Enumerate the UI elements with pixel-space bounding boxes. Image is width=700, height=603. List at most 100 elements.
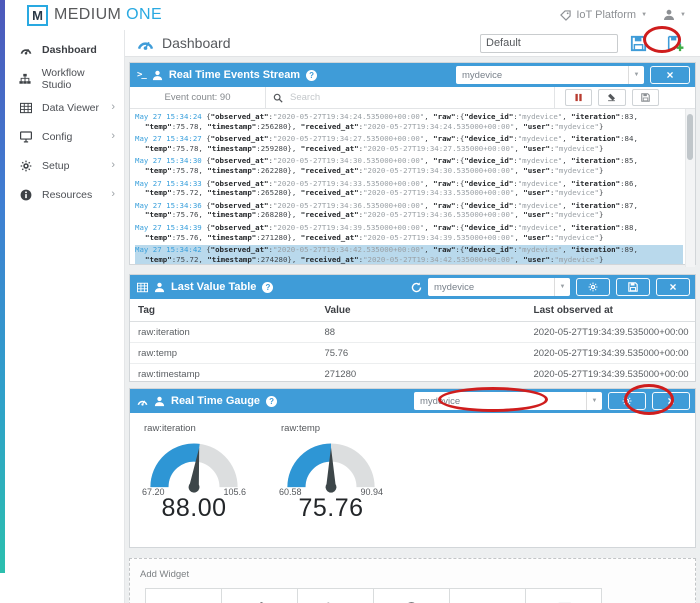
close-widget-button[interactable]: × bbox=[650, 66, 690, 84]
chevron-right-icon: › bbox=[111, 159, 115, 171]
table-cell: 271280 bbox=[324, 368, 357, 380]
device-select[interactable]: mydevice ▼ bbox=[456, 66, 644, 84]
add-widget-option-bar-chart[interactable] bbox=[297, 588, 374, 603]
table-cell: raw:iteration bbox=[138, 326, 190, 338]
add-widget-option-line-chart[interactable] bbox=[145, 588, 222, 603]
platform-menu-label: IoT Platform bbox=[576, 9, 637, 21]
column-header: Last observed at bbox=[533, 304, 613, 316]
gauge-icon bbox=[18, 44, 33, 56]
log-entry[interactable]: May 27 15:34:24 {"observed_at":"2020-05-… bbox=[135, 112, 683, 131]
brand-one: ONE bbox=[126, 6, 163, 23]
sidebar: Dashboard Workflow Studio Data Viewer › Conf… bbox=[0, 30, 125, 603]
export-button[interactable] bbox=[631, 89, 659, 106]
table-row: raw:timestamp 271280 2020-05-27T19:34:39.5… bbox=[130, 364, 695, 384]
add-widget-option-list[interactable] bbox=[525, 588, 602, 603]
table-cell: 75.76 bbox=[324, 347, 349, 359]
logo-mark: M bbox=[27, 4, 48, 26]
save-icon bbox=[628, 282, 638, 292]
gear-icon bbox=[18, 160, 33, 172]
sidebar-item-data-viewer[interactable]: Data Viewer › bbox=[0, 93, 124, 122]
table-row: raw:iteration 88 2020-05-27T19:34:39.53500… bbox=[130, 322, 695, 343]
sidebar-item-workflow-studio[interactable]: Workflow Studio bbox=[0, 64, 124, 93]
search-input[interactable] bbox=[288, 91, 547, 104]
last-value-table-widget: Last Value Table ? mydevice ▼ × Tag Valu… bbox=[129, 274, 696, 382]
help-icon[interactable]: ? bbox=[306, 69, 318, 81]
log-entry[interactable]: May 27 15:34:39 {"observed_at":"2020-05-… bbox=[135, 223, 683, 242]
log-entry[interactable]: May 27 15:34:42 {"observed_at":"2020-05-… bbox=[135, 245, 683, 265]
help-icon[interactable]: ? bbox=[262, 281, 274, 293]
add-widget-panel: Add Widget bbox=[129, 558, 696, 603]
gauge-widget: Real Time Gauge ? mydevice ▼ × raw:itera… bbox=[129, 388, 696, 548]
widget-title: Real Time Gauge bbox=[171, 395, 261, 407]
device-select[interactable]: mydevice ▼ bbox=[428, 278, 570, 296]
chevron-down-icon: ▼ bbox=[628, 66, 644, 84]
chevron-down-icon: ▼ bbox=[680, 12, 686, 18]
sidebar-item-resources[interactable]: Resources › bbox=[0, 180, 124, 209]
user-menu[interactable]: ▼ bbox=[663, 9, 686, 21]
log-entry[interactable]: May 27 15:34:30 {"observed_at":"2020-05-… bbox=[135, 156, 683, 175]
log-scrollbar[interactable] bbox=[685, 109, 695, 267]
clear-button[interactable] bbox=[598, 89, 626, 106]
search-icon bbox=[273, 93, 283, 103]
sidebar-menu: Dashboard Workflow Studio Data Viewer › Conf… bbox=[0, 30, 124, 209]
page-title: Dashboard bbox=[162, 35, 231, 51]
close-widget-button[interactable]: × bbox=[652, 392, 690, 410]
add-widget-option-globe[interactable] bbox=[373, 588, 450, 603]
sidebar-item-dashboard[interactable]: Dashboard bbox=[0, 35, 124, 64]
sitemap-icon bbox=[18, 73, 33, 85]
save-dashboard-icon[interactable] bbox=[630, 35, 647, 52]
sidebar-item-label: Resources bbox=[42, 188, 93, 201]
close-widget-button[interactable]: × bbox=[656, 278, 690, 296]
page-header: Dashboard bbox=[125, 30, 700, 57]
brand-medium: MEDIUM bbox=[54, 6, 122, 23]
add-widget-label: Add Widget bbox=[140, 569, 190, 580]
help-icon[interactable]: ? bbox=[266, 395, 278, 407]
last-value-table: Tag Value Last observed at raw:iteration 88 2… bbox=[130, 299, 695, 384]
widget-title: Last Value Table bbox=[171, 281, 257, 293]
log-entry[interactable]: May 27 15:34:36 {"observed_at":"2020-05-… bbox=[135, 201, 683, 220]
log-scrollbar-thumb[interactable] bbox=[687, 114, 693, 160]
dashboard-name-input[interactable] bbox=[480, 33, 618, 53]
log-entry[interactable]: May 27 15:34:33 {"observed_at":"2020-05-… bbox=[135, 179, 683, 198]
gear-icon bbox=[588, 282, 598, 292]
events-toolbar: Event count: 90 bbox=[130, 87, 695, 109]
column-header: Tag bbox=[138, 304, 156, 316]
last-value-table-header: Last Value Table ? mydevice ▼ × bbox=[130, 275, 695, 299]
sidebar-item-setup[interactable]: Setup › bbox=[0, 151, 124, 180]
sidebar-item-label: Dashboard bbox=[42, 43, 97, 56]
event-log: May 27 15:34:24 {"observed_at":"2020-05-… bbox=[130, 109, 695, 267]
gauge-value: 88.00 bbox=[161, 494, 227, 522]
info-icon bbox=[18, 189, 33, 201]
terminal-icon: >_ bbox=[137, 70, 147, 80]
brand-name: MEDIUM ONE bbox=[54, 6, 162, 24]
device-select-value: mydevice bbox=[462, 69, 503, 81]
table-cell: 2020-05-27T19:34:39.535000+00:00 bbox=[533, 326, 689, 338]
app-window: M MEDIUM ONE IoT Platform ▼ ▼ Dashboard W… bbox=[0, 0, 700, 603]
settings-button[interactable] bbox=[608, 392, 646, 410]
pause-icon bbox=[574, 93, 583, 102]
chevron-right-icon: › bbox=[111, 101, 115, 113]
events-stream-header: >_ Real Time Events Stream ? mydevice ▼ … bbox=[130, 63, 695, 87]
gauge-max: 105.6 bbox=[223, 487, 246, 497]
events-stream-controls: mydevice ▼ × bbox=[456, 66, 690, 84]
log-entry[interactable]: May 27 15:34:27 {"observed_at":"2020-05-… bbox=[135, 134, 683, 153]
sidebar-accent-strip bbox=[0, 0, 5, 573]
save-widget-button[interactable] bbox=[616, 278, 650, 296]
add-widget-option-line-chart[interactable] bbox=[449, 588, 526, 603]
sidebar-item-label: Workflow Studio bbox=[41, 66, 85, 91]
gauge-max: 90.94 bbox=[360, 487, 383, 497]
gauge-icon bbox=[137, 396, 148, 407]
refresh-icon[interactable] bbox=[411, 281, 422, 293]
platform-menu[interactable]: IoT Platform ▼ bbox=[560, 9, 647, 21]
desktop-icon bbox=[18, 130, 33, 143]
sidebar-item-config[interactable]: Config › bbox=[0, 122, 124, 151]
add-widget-option-pie-chart[interactable] bbox=[221, 588, 298, 603]
add-dashboard-icon[interactable] bbox=[667, 35, 684, 52]
settings-button[interactable] bbox=[576, 278, 610, 296]
pause-button[interactable] bbox=[565, 89, 593, 106]
chevron-down-icon: ▼ bbox=[641, 12, 648, 18]
gauge-body: raw:iteration 67.20 105.6 88.00 raw:temp 60.5… bbox=[130, 413, 695, 523]
device-select[interactable]: mydevice ▼ bbox=[414, 392, 602, 410]
chevron-right-icon: › bbox=[111, 188, 115, 200]
sidebar-item-label: Config bbox=[42, 130, 73, 143]
